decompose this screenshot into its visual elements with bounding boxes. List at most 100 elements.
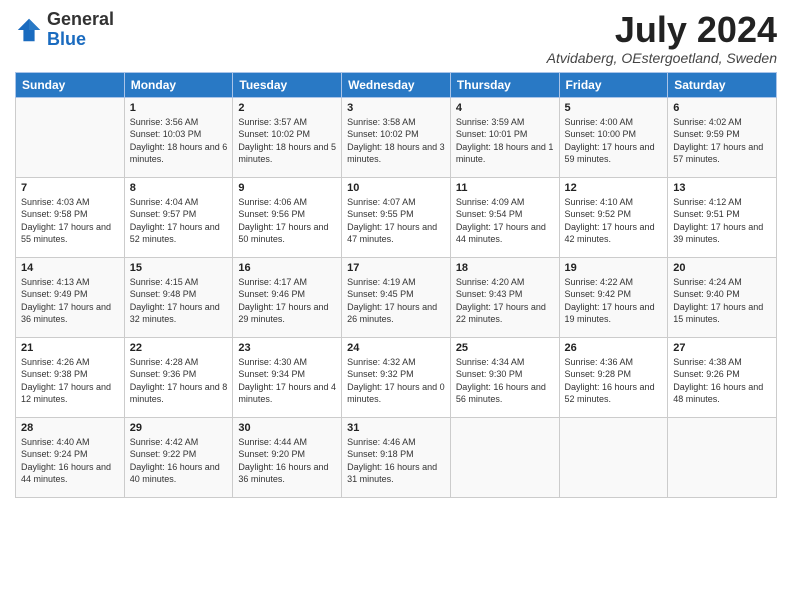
day-info: Sunrise: 3:56 AMSunset: 10:03 PMDaylight… xyxy=(130,116,228,166)
calendar-cell: 24 Sunrise: 4:32 AMSunset: 9:32 PMDayligh… xyxy=(342,337,451,417)
day-info: Sunrise: 4:20 AMSunset: 9:43 PMDaylight:… xyxy=(456,276,554,326)
calendar-cell: 27Sunrise: 4:38 AMSunset: 9:26 PMDayligh… xyxy=(668,337,777,417)
calendar-cell: 30 Sunrise: 4:44 AMSunset: 9:20 PMDayligh… xyxy=(233,417,342,497)
week-row-4: 21Sunrise: 4:26 AMSunset: 9:38 PMDayligh… xyxy=(16,337,777,417)
day-number: 12 xyxy=(565,182,663,194)
weekday-header-monday: Monday xyxy=(124,72,233,97)
day-info: Sunrise: 4:30 AMSunset: 9:34 PMDaylight:… xyxy=(238,356,336,406)
day-number: 11 xyxy=(456,182,554,194)
calendar-cell: 4 Sunrise: 3:59 AMSunset: 10:01 PMDayligh… xyxy=(450,97,559,177)
day-info: Sunrise: 4:04 AMSunset: 9:57 PMDaylight:… xyxy=(130,196,228,246)
calendar-cell: 31 Sunrise: 4:46 AMSunset: 9:18 PMDayligh… xyxy=(342,417,451,497)
day-info: Sunrise: 4:06 AMSunset: 9:56 PMDaylight:… xyxy=(238,196,336,246)
calendar-cell: 16Sunrise: 4:17 AMSunset: 9:46 PMDayligh… xyxy=(233,257,342,337)
calendar-cell: 2 Sunrise: 3:57 AMSunset: 10:02 PMDayligh… xyxy=(233,97,342,177)
calendar-cell: 3 Sunrise: 3:58 AMSunset: 10:02 PMDayligh… xyxy=(342,97,451,177)
day-number: 22 xyxy=(130,342,228,354)
day-number: 5 xyxy=(565,102,663,114)
weekday-header-wednesday: Wednesday xyxy=(342,72,451,97)
location: Atvidaberg, OEstergoetland, Sweden xyxy=(547,50,777,66)
day-number: 26 xyxy=(565,342,663,354)
weekday-header-sunday: Sunday xyxy=(16,72,125,97)
day-number: 3 xyxy=(347,102,445,114)
day-number: 30 xyxy=(238,422,336,434)
calendar-cell: 1 Sunrise: 3:56 AMSunset: 10:03 PMDayligh… xyxy=(124,97,233,177)
day-info: Sunrise: 4:44 AMSunset: 9:20 PMDaylight:… xyxy=(238,436,336,486)
logo: General Blue xyxy=(15,10,114,50)
calendar-cell: 21Sunrise: 4:26 AMSunset: 9:38 PMDayligh… xyxy=(16,337,125,417)
day-number: 28 xyxy=(21,422,119,434)
calendar-cell: 13 Sunrise: 4:12 AMSunset: 9:51 PMDayligh… xyxy=(668,177,777,257)
day-info: Sunrise: 4:02 AMSunset: 9:59 PMDaylight:… xyxy=(673,116,771,166)
weekday-header-thursday: Thursday xyxy=(450,72,559,97)
week-row-2: 7 Sunrise: 4:03 AMSunset: 9:58 PMDaylight… xyxy=(16,177,777,257)
day-number: 4 xyxy=(456,102,554,114)
weekday-header-saturday: Saturday xyxy=(668,72,777,97)
day-info: Sunrise: 4:46 AMSunset: 9:18 PMDaylight:… xyxy=(347,436,445,486)
calendar-cell: 25 Sunrise: 4:34 AMSunset: 9:30 PMDayligh… xyxy=(450,337,559,417)
day-info: Sunrise: 4:00 AMSunset: 10:00 PMDaylight… xyxy=(565,116,663,166)
calendar-cell xyxy=(450,417,559,497)
calendar-cell: 29 Sunrise: 4:42 AMSunset: 9:22 PMDayligh… xyxy=(124,417,233,497)
calendar-cell: 19 Sunrise: 4:22 AMSunset: 9:42 PMDayligh… xyxy=(559,257,668,337)
day-info: Sunrise: 3:58 AMSunset: 10:02 PMDaylight… xyxy=(347,116,445,166)
day-info: Sunrise: 4:10 AMSunset: 9:52 PMDaylight:… xyxy=(565,196,663,246)
calendar-body: 1 Sunrise: 3:56 AMSunset: 10:03 PMDayligh… xyxy=(16,97,777,497)
weekday-header-friday: Friday xyxy=(559,72,668,97)
day-number: 31 xyxy=(347,422,445,434)
calendar-cell: 6Sunrise: 4:02 AMSunset: 9:59 PMDaylight… xyxy=(668,97,777,177)
day-number: 14 xyxy=(21,262,119,274)
day-number: 7 xyxy=(21,182,119,194)
day-info: Sunrise: 4:13 AMSunset: 9:49 PMDaylight:… xyxy=(21,276,119,326)
day-number: 1 xyxy=(130,102,228,114)
calendar-cell: 18 Sunrise: 4:20 AMSunset: 9:43 PMDayligh… xyxy=(450,257,559,337)
calendar-cell: 23 Sunrise: 4:30 AMSunset: 9:34 PMDayligh… xyxy=(233,337,342,417)
title-block: July 2024 Atvidaberg, OEstergoetland, Sw… xyxy=(547,10,777,66)
day-number: 16 xyxy=(238,262,336,274)
calendar-cell: 22Sunrise: 4:28 AMSunset: 9:36 PMDayligh… xyxy=(124,337,233,417)
weekday-header-tuesday: Tuesday xyxy=(233,72,342,97)
weekday-header-row: SundayMondayTuesdayWednesdayThursdayFrid… xyxy=(16,72,777,97)
logo-icon xyxy=(15,16,43,44)
day-number: 19 xyxy=(565,262,663,274)
calendar-cell: 20Sunrise: 4:24 AMSunset: 9:40 PMDayligh… xyxy=(668,257,777,337)
day-number: 15 xyxy=(130,262,228,274)
calendar-cell xyxy=(16,97,125,177)
calendar-cell xyxy=(559,417,668,497)
day-info: Sunrise: 4:07 AMSunset: 9:55 PMDaylight:… xyxy=(347,196,445,246)
calendar-cell: 14 Sunrise: 4:13 AMSunset: 9:49 PMDayligh… xyxy=(16,257,125,337)
calendar-table: SundayMondayTuesdayWednesdayThursdayFrid… xyxy=(15,72,777,498)
day-info: Sunrise: 4:03 AMSunset: 9:58 PMDaylight:… xyxy=(21,196,119,246)
day-info: Sunrise: 4:22 AMSunset: 9:42 PMDaylight:… xyxy=(565,276,663,326)
page-header: General Blue July 2024 Atvidaberg, OEste… xyxy=(15,10,777,66)
calendar-cell: 8Sunrise: 4:04 AMSunset: 9:57 PMDaylight… xyxy=(124,177,233,257)
calendar-cell: 15Sunrise: 4:15 AMSunset: 9:48 PMDayligh… xyxy=(124,257,233,337)
day-number: 23 xyxy=(238,342,336,354)
month-title: July 2024 xyxy=(547,10,777,50)
day-info: Sunrise: 4:42 AMSunset: 9:22 PMDaylight:… xyxy=(130,436,228,486)
day-info: Sunrise: 4:24 AMSunset: 9:40 PMDaylight:… xyxy=(673,276,771,326)
week-row-3: 14 Sunrise: 4:13 AMSunset: 9:49 PMDayligh… xyxy=(16,257,777,337)
day-number: 18 xyxy=(456,262,554,274)
calendar-cell: 26Sunrise: 4:36 AMSunset: 9:28 PMDayligh… xyxy=(559,337,668,417)
day-number: 10 xyxy=(347,182,445,194)
day-number: 29 xyxy=(130,422,228,434)
week-row-5: 28 Sunrise: 4:40 AMSunset: 9:24 PMDayligh… xyxy=(16,417,777,497)
calendar-cell: 9 Sunrise: 4:06 AMSunset: 9:56 PMDaylight… xyxy=(233,177,342,257)
day-number: 13 xyxy=(673,182,771,194)
day-info: Sunrise: 4:12 AMSunset: 9:51 PMDaylight:… xyxy=(673,196,771,246)
day-number: 25 xyxy=(456,342,554,354)
day-info: Sunrise: 4:40 AMSunset: 9:24 PMDaylight:… xyxy=(21,436,119,486)
day-info: Sunrise: 3:59 AMSunset: 10:01 PMDaylight… xyxy=(456,116,554,166)
day-info: Sunrise: 4:38 AMSunset: 9:26 PMDaylight:… xyxy=(673,356,771,406)
calendar-cell: 5 Sunrise: 4:00 AMSunset: 10:00 PMDayligh… xyxy=(559,97,668,177)
day-info: Sunrise: 4:34 AMSunset: 9:30 PMDaylight:… xyxy=(456,356,554,406)
day-number: 24 xyxy=(347,342,445,354)
day-info: Sunrise: 4:26 AMSunset: 9:38 PMDaylight:… xyxy=(21,356,119,406)
calendar-cell: 12 Sunrise: 4:10 AMSunset: 9:52 PMDayligh… xyxy=(559,177,668,257)
day-info: Sunrise: 3:57 AMSunset: 10:02 PMDaylight… xyxy=(238,116,336,166)
day-number: 9 xyxy=(238,182,336,194)
day-info: Sunrise: 4:32 AMSunset: 9:32 PMDaylight:… xyxy=(347,356,445,406)
day-number: 2 xyxy=(238,102,336,114)
calendar-cell: 28 Sunrise: 4:40 AMSunset: 9:24 PMDayligh… xyxy=(16,417,125,497)
